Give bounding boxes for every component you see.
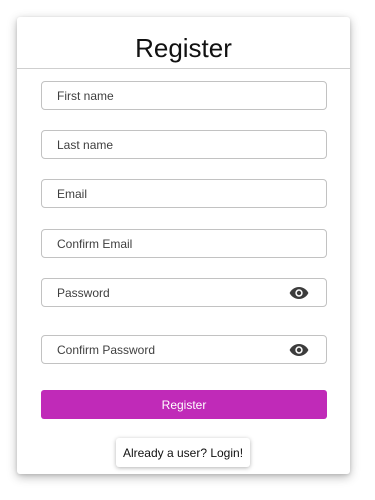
confirm-email-field[interactable] [41, 229, 327, 258]
eye-icon[interactable] [289, 286, 309, 300]
password-field[interactable] [41, 278, 327, 307]
confirm-password-input[interactable] [42, 336, 326, 363]
card-header: Register [17, 17, 350, 69]
email-input[interactable] [42, 180, 326, 207]
email-field[interactable] [41, 179, 327, 208]
first-name-input[interactable] [42, 82, 326, 109]
confirm-password-field[interactable] [41, 335, 327, 364]
register-button[interactable]: Register [41, 390, 327, 419]
register-card: Register Register [17, 17, 350, 474]
last-name-field[interactable] [41, 130, 327, 159]
page-title: Register [135, 33, 232, 63]
eye-icon[interactable] [289, 343, 309, 357]
login-link-button[interactable]: Already a user? Login! [116, 438, 250, 467]
password-input[interactable] [42, 279, 326, 306]
confirm-email-input[interactable] [42, 230, 326, 257]
last-name-input[interactable] [42, 131, 326, 158]
first-name-field[interactable] [41, 81, 327, 110]
